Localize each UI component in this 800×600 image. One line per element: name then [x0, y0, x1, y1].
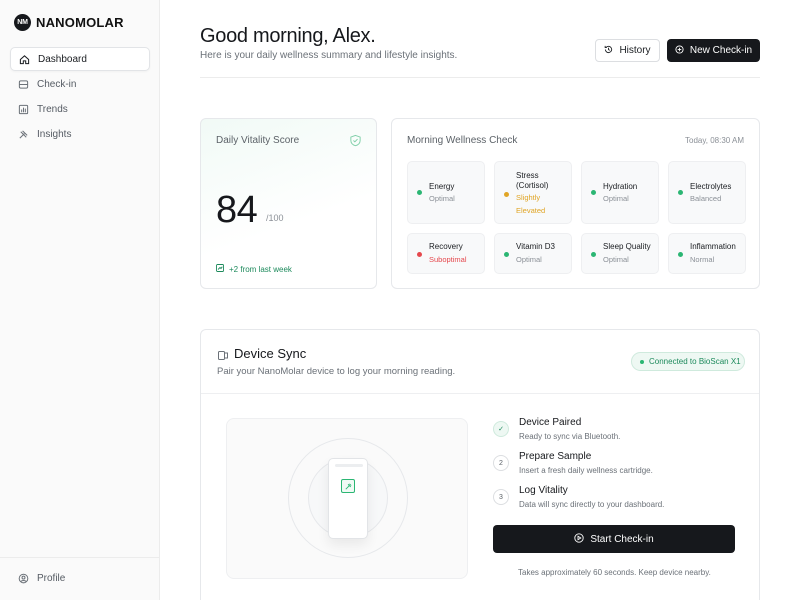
device-sync-subtitle: Pair your NanoMolar device to log your m… [217, 366, 456, 377]
sidebar: NM NANOMOLAR Dashboard Check-in Trends I… [0, 0, 160, 600]
device-screen-icon [341, 479, 355, 493]
sidebar-item-label: Dashboard [38, 53, 87, 65]
play-circle-icon [574, 532, 584, 546]
metric-name: Recovery [429, 242, 463, 251]
status-dot [591, 252, 596, 257]
sync-note: Takes approximately 60 seconds. Keep dev… [518, 568, 711, 577]
status-dot [417, 190, 422, 195]
new-check-in-button[interactable]: New Check-in [667, 39, 760, 62]
status-dot [504, 192, 509, 197]
metric-status: Optimal [603, 255, 629, 264]
start-check-in-button[interactable]: Start Check-in [493, 525, 735, 553]
plus-circle-icon [675, 44, 684, 57]
metric-vitamin-d3[interactable]: Vitamin D3 Optimal [494, 233, 572, 274]
wellness-title: Morning Wellness Check [407, 135, 518, 146]
start-check-in-label: Start Check-in [590, 533, 654, 545]
metric-stress[interactable]: Stress (Cortisol) Slightly Elevated [494, 161, 572, 224]
sidebar-item-label: Insights [37, 128, 72, 140]
brand-name: NANOMOLAR [36, 15, 124, 30]
wellness-timestamp: Today, 08:30 AM [685, 136, 744, 145]
connection-status-label: Connected to BioScan X1 [649, 357, 741, 366]
metric-hydration[interactable]: Hydration Optimal [581, 161, 659, 224]
history-icon [604, 45, 613, 57]
status-dot [678, 190, 683, 195]
metric-electrolytes[interactable]: Electrolytes Balanced [668, 161, 746, 224]
sidebar-item-check-in[interactable]: Check-in [10, 72, 150, 96]
trend-label: +2 from last week [229, 264, 292, 274]
vitality-score-card: Daily Vitality Score 84 /100 +2 from las… [200, 118, 377, 289]
step-title: Prepare Sample [519, 451, 592, 462]
device-slot [335, 464, 363, 467]
sidebar-nav: Dashboard Check-in Trends Insights [10, 47, 150, 147]
connection-status-badge: Connected to BioScan X1 [631, 352, 745, 371]
trend-up-icon [216, 264, 224, 274]
sidebar-item-label: Trends [37, 103, 68, 115]
metric-sleep-quality[interactable]: Sleep Quality Optimal [581, 233, 659, 274]
device-illustration [226, 418, 468, 579]
metric-name: Sleep Quality [603, 242, 651, 251]
cartridge-icon [17, 78, 29, 90]
status-dot [504, 252, 509, 257]
metric-status: Suboptimal [429, 255, 467, 264]
metric-status: Optimal [429, 194, 455, 203]
vitality-trend: +2 from last week [216, 264, 292, 274]
step-title: Log Vitality [519, 485, 568, 496]
sidebar-item-label: Check-in [37, 78, 77, 90]
sidebar-item-trends[interactable]: Trends [10, 97, 150, 121]
profile-label: Profile [37, 572, 66, 584]
metric-status: Optimal [603, 194, 629, 203]
metric-name: Electrolytes [690, 182, 732, 191]
metric-status: Normal [690, 255, 715, 264]
step-title: Device Paired [519, 417, 582, 428]
brand-mark: NM [14, 14, 31, 31]
home-icon [18, 53, 30, 65]
bioscan-device [328, 458, 368, 539]
sidebar-item-profile[interactable]: Profile [17, 572, 65, 584]
device-icon [217, 348, 229, 366]
status-dot [417, 252, 422, 257]
metric-status: Slightly Elevated [516, 193, 546, 215]
sidebar-item-insights[interactable]: Insights [10, 122, 150, 146]
step-number: 2 [493, 455, 509, 471]
page-title: Good morning, Alex. [200, 25, 376, 47]
status-dot [678, 252, 683, 257]
metric-name: Energy [429, 182, 455, 191]
vitality-score-max: /100 [266, 213, 284, 223]
new-check-in-label: New Check-in [689, 45, 753, 56]
sidebar-divider [0, 557, 160, 558]
device-sync-card: Device Sync Pair your NanoMolar device t… [200, 329, 760, 600]
shield-check-icon [349, 134, 362, 152]
step-check-icon: ✓ [493, 421, 509, 437]
metric-name: Hydration [603, 182, 638, 191]
metric-name: Vitamin D3 [516, 242, 555, 251]
user-icon [17, 572, 29, 584]
vitality-score-value: 84 [216, 189, 258, 231]
metric-name: Inflammation [690, 242, 736, 251]
status-dot [591, 190, 596, 195]
brand-logo[interactable]: NM NANOMOLAR [14, 14, 124, 31]
chart-icon [17, 103, 29, 115]
step-desc: Ready to sync via Bluetooth. [519, 432, 621, 441]
step-number: 3 [493, 489, 509, 505]
header-divider [200, 77, 760, 78]
metric-status: Optimal [516, 255, 542, 264]
step-desc: Insert a fresh daily wellness cartridge. [519, 466, 653, 475]
metric-energy[interactable]: Energy Optimal [407, 161, 485, 224]
sidebar-item-dashboard[interactable]: Dashboard [10, 47, 150, 71]
step-desc: Data will sync directly to your dashboar… [519, 500, 665, 509]
metric-status: Balanced [690, 194, 722, 203]
device-sync-title: Device Sync [234, 346, 307, 361]
page-subtitle: Here is your daily wellness summary and … [200, 50, 458, 61]
history-button[interactable]: History [595, 39, 660, 62]
device-sync-divider [201, 393, 759, 394]
metric-name: Stress (Cortisol) [516, 171, 549, 190]
sparkle-icon [17, 128, 29, 140]
connected-dot [640, 359, 644, 364]
metric-inflammation[interactable]: Inflammation Normal [668, 233, 746, 274]
history-label: History [619, 45, 651, 56]
wellness-check-card: Morning Wellness Check Today, 08:30 AM E… [391, 118, 760, 289]
vitality-title: Daily Vitality Score [216, 135, 300, 146]
metric-recovery[interactable]: Recovery Suboptimal [407, 233, 485, 274]
